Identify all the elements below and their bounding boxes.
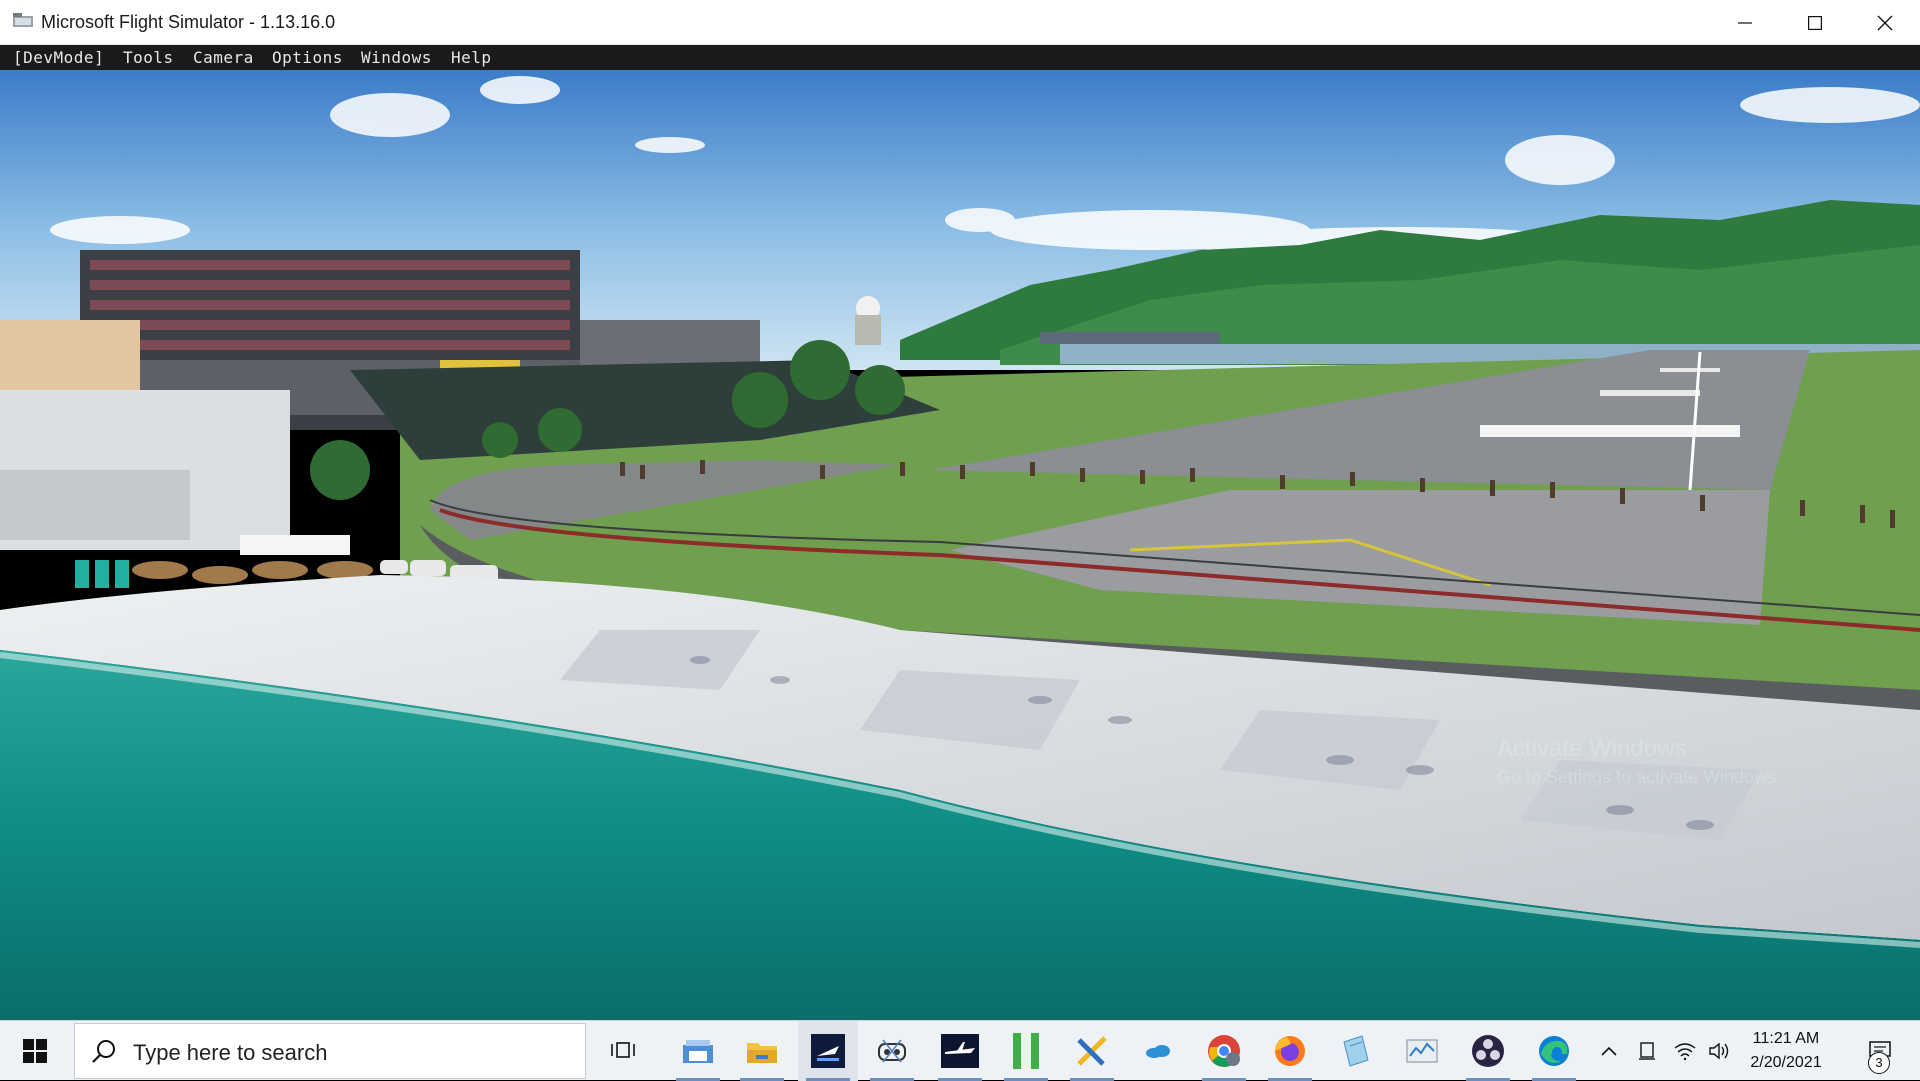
notepad-icon (1343, 1035, 1369, 1067)
taskbar-green-app[interactable] (996, 1021, 1056, 1081)
title-bar: Microsoft Flight Simulator - 1.13.16.0 (0, 0, 1920, 45)
task-view-icon (611, 1042, 635, 1058)
device-icon (1639, 1042, 1655, 1060)
tray-network-button[interactable] (1668, 1021, 1702, 1081)
wifi-icon (1674, 1043, 1696, 1060)
tools-app-icon (1077, 1036, 1107, 1066)
cloud-app-icon (1146, 1045, 1170, 1058)
taskbar-chrome[interactable] (1194, 1021, 1254, 1081)
taskbar-tools-app[interactable] (1062, 1021, 1122, 1081)
window-title: Microsoft Flight Simulator - 1.13.16.0 (41, 12, 336, 32)
simulator-viewport[interactable]: Activate Windows Go to Settings to activ… (0, 70, 1920, 1020)
taskbar-cloud-app[interactable] (1128, 1021, 1188, 1081)
taskbar-obs[interactable] (1458, 1021, 1518, 1081)
dev-menu-bar: [DevMode] Tools Camera Options Windows H… (0, 45, 1920, 70)
clock-time: 11:21 AM (1752, 1030, 1820, 1047)
windows-logo-icon (23, 1039, 47, 1063)
task-view-button[interactable] (594, 1021, 654, 1081)
search-placeholder: Type here to search (133, 1040, 328, 1065)
taskbar-file-explorer[interactable] (732, 1021, 792, 1081)
menu-devmode[interactable]: [DevMode] (13, 48, 104, 67)
menu-tools[interactable]: Tools (123, 48, 174, 67)
flight-simulator-app-icon (13, 13, 33, 27)
taskbar-firefox[interactable] (1260, 1021, 1320, 1081)
start-button[interactable] (0, 1021, 70, 1081)
file-explorer-icon (747, 1043, 777, 1063)
clock[interactable]: 11:21 AM 2/20/2021 (1730, 1027, 1842, 1075)
volume-icon (1709, 1042, 1729, 1060)
performance-monitor-icon (1406, 1039, 1438, 1063)
chevron-up-icon (1601, 1046, 1617, 1056)
menu-camera[interactable]: Camera (193, 48, 254, 67)
show-hidden-icons-button[interactable] (1592, 1021, 1626, 1081)
taskbar-aircraft-app[interactable] (930, 1021, 990, 1081)
notification-count-badge: 3 (1868, 1052, 1890, 1074)
flight-simulator-icon (811, 1034, 845, 1068)
controller-app-icon (878, 1039, 906, 1063)
taskbar-flight-simulator[interactable] (798, 1021, 858, 1081)
taskbar-edge[interactable] (1524, 1021, 1584, 1081)
taskbar-photos[interactable] (668, 1021, 728, 1081)
photos-icon (683, 1040, 713, 1063)
search-box[interactable]: Type here to search (74, 1023, 586, 1079)
clock-date: 2/20/2021 (1750, 1054, 1822, 1071)
menu-windows[interactable]: Windows (361, 48, 432, 67)
taskbar-notepad[interactable] (1326, 1021, 1386, 1081)
search-icon (92, 1040, 115, 1063)
close-icon (1877, 15, 1893, 30)
activate-windows-watermark: Activate Windows (1497, 735, 1687, 762)
minimize-button[interactable] (1710, 0, 1780, 45)
taskbar: Type here to search 11:21 AM 2/20/2021 3 (0, 1020, 1920, 1081)
edge-icon (1539, 1036, 1569, 1066)
chrome-icon (1208, 1035, 1240, 1067)
minimize-icon (1738, 21, 1752, 24)
maximize-icon (1808, 15, 1822, 30)
scene-render (0, 70, 1920, 1020)
maximize-button[interactable] (1780, 0, 1850, 45)
close-button[interactable] (1850, 0, 1920, 45)
obs-icon (1472, 1035, 1504, 1067)
taskbar-performance-monitor[interactable] (1392, 1021, 1452, 1081)
menu-help[interactable]: Help (451, 48, 492, 67)
menu-options[interactable]: Options (272, 48, 343, 67)
firefox-icon (1275, 1036, 1305, 1066)
aircraft-app-icon (941, 1034, 979, 1068)
activate-windows-hint: Go to Settings to activate Windows. (1497, 767, 1782, 787)
green-app-icon (1013, 1033, 1039, 1069)
taskbar-controller-app[interactable] (862, 1021, 922, 1081)
tray-device-button[interactable] (1630, 1021, 1664, 1081)
